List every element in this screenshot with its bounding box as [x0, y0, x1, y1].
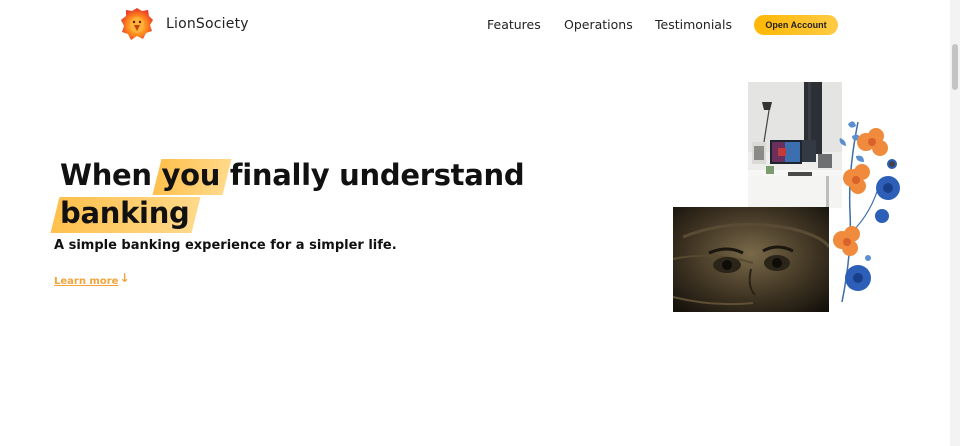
arrow-down-icon: ↓	[119, 271, 130, 285]
learn-more-link[interactable]: Learn more↓	[54, 271, 130, 287]
lion-logo-icon[interactable]	[120, 7, 154, 41]
learn-more-label: Learn more	[54, 276, 119, 287]
nav-link-testimonials[interactable]: Testimonials	[655, 17, 732, 32]
hero-subtitle: A simple banking experience for a simple…	[54, 238, 397, 253]
flowers-illustration	[833, 121, 900, 303]
open-account-button[interactable]: Open Account	[754, 15, 838, 35]
brand-name: LionSociety	[166, 16, 249, 32]
nav-link-operations[interactable]: Operations	[564, 17, 633, 32]
scrollbar-thumb[interactable]	[952, 44, 958, 90]
hero-title-highlight-banking: banking	[60, 196, 190, 230]
vertical-scrollbar[interactable]	[950, 0, 960, 446]
top-nav: LionSociety Features Operations Testimon…	[0, 0, 950, 50]
hero-title-prefix: When	[60, 158, 162, 192]
hero-title: When you finally understand banking	[60, 156, 525, 232]
nav-link-features[interactable]: Features	[487, 17, 541, 32]
hero-title-middle: finally understand	[220, 158, 525, 192]
hero-title-highlight-you: you	[161, 158, 221, 192]
banknote-portrait-photo	[673, 207, 829, 312]
